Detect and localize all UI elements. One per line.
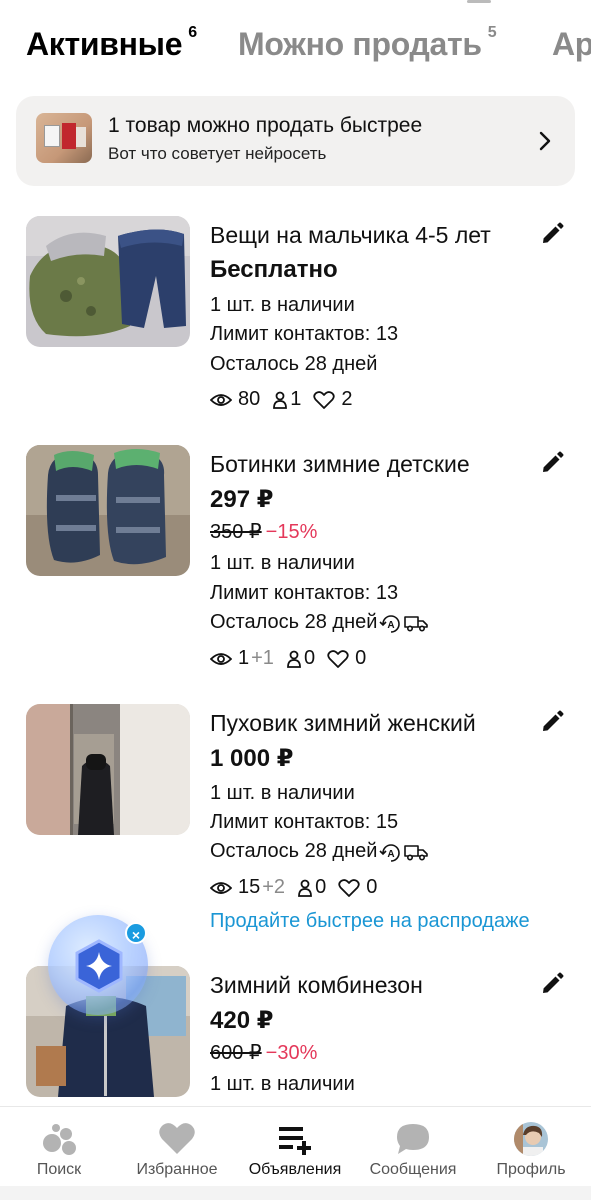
listing-stats: 1 +1 0 0 (210, 647, 378, 670)
tab-archive[interactable]: Ар (552, 26, 591, 63)
ai-advice-banner[interactable]: 1 товар можно продать быстрее Вот что со… (16, 96, 575, 186)
listing-title[interactable]: Вещи на мальчика 4-5 лет (210, 222, 491, 249)
edit-pencil-icon[interactable] (540, 222, 564, 246)
person-icon (273, 391, 288, 409)
auto-renew-icon: A (379, 614, 401, 633)
listing-photo[interactable] (26, 216, 190, 347)
heart-outline-icon (327, 649, 349, 668)
banner-product-thumbnail (36, 113, 92, 163)
listing-stock: 1 шт. в наличии (210, 1073, 355, 1095)
tab-active-label: Активные (26, 26, 183, 62)
listing-price: 297 ₽ (210, 486, 274, 513)
views-increment: +2 (262, 876, 286, 898)
svg-text:A: A (388, 849, 395, 860)
views-count: 1 (238, 647, 250, 669)
listing-days-remaining: Осталось 28 дней (210, 840, 378, 862)
listing-old-price: 600 ₽ (210, 1042, 262, 1064)
nav-label: Объявления (248, 1161, 342, 1178)
heart-outline-icon (313, 390, 336, 409)
edit-pencil-icon[interactable] (540, 972, 564, 996)
views-count: 80 (238, 388, 261, 410)
chat-bubble-icon (397, 1124, 429, 1154)
banner-subtitle: Вот что советует нейросеть (108, 144, 327, 163)
tab-active-count: 6 (188, 24, 197, 41)
listing-stats: 15 +2 0 0 (210, 876, 389, 899)
auto-renew-icon: A (379, 843, 401, 862)
listing-price: 1 000 ₽ (210, 745, 294, 772)
listing-tabs: Активные 6 Можно продать 5 Ар (0, 18, 591, 94)
listings-add-icon (279, 1127, 311, 1155)
listing-price: 420 ₽ (210, 1007, 274, 1034)
chevron-right-icon (539, 131, 551, 151)
listing-stock: 1 шт. в наличии (210, 552, 355, 574)
listing-stock: 1 шт. в наличии (210, 782, 355, 804)
banner-title: 1 товар можно продать быстрее (108, 114, 423, 137)
favorites-count: 2 (341, 388, 353, 410)
delivery-truck-icon (404, 844, 429, 861)
listing-old-price-row: 600 ₽ −30% (210, 1040, 317, 1065)
status-bar (0, 0, 591, 10)
eye-icon (210, 881, 232, 894)
listing-contact-limit: Лимит контактов: 13 (210, 323, 399, 345)
eye-icon (210, 652, 232, 665)
views-count: 15 (238, 876, 261, 898)
contacts-count: 0 (315, 876, 327, 898)
contacts-count: 0 (303, 647, 316, 669)
svg-text:A: A (388, 620, 395, 631)
listing-stats: 80 1 2 (210, 388, 365, 411)
assistant-close-button[interactable]: × (125, 922, 147, 944)
favorites-count: 0 (355, 647, 367, 669)
listing-days-remaining-row: Осталось 28 дней A (210, 611, 429, 634)
status-indicator (467, 0, 491, 3)
listing-price: Бесплатно (210, 256, 338, 283)
favorites-count: 0 (366, 876, 378, 898)
listing-contact-limit: Лимит контактов: 15 (210, 811, 399, 833)
listing-discount: −30% (265, 1042, 318, 1064)
sparkle-hexagon-icon (75, 939, 123, 993)
heart-outline-icon (338, 878, 360, 897)
sale-promo-link[interactable]: Продайте быстрее на распродаже (210, 910, 530, 933)
person-icon (287, 650, 301, 668)
listing-days-remaining: Осталось 28 дней (210, 611, 378, 633)
tab-archive-label: Ар (552, 26, 591, 62)
tab-can-sell-count: 5 (487, 24, 497, 41)
listing-title[interactable]: Зимний комбинезон (210, 972, 423, 999)
avatar (514, 1122, 548, 1156)
listing-stock: 1 шт. в наличии (210, 294, 355, 316)
nav-label: Профиль (496, 1161, 566, 1178)
listing-title[interactable]: Ботинки зимние детские (210, 451, 470, 478)
listing-days-remaining: Осталось 28 дней (210, 353, 378, 375)
tab-can-sell[interactable]: Можно продать 5 (238, 24, 497, 63)
nav-label: Избранное (136, 1161, 218, 1178)
delivery-truck-icon (404, 615, 429, 632)
listing-contact-limit: Лимит контактов: 13 (210, 582, 399, 604)
nav-label: Поиск (36, 1161, 82, 1178)
listing-days-remaining-row: Осталось 28 дней A (210, 840, 429, 863)
tab-can-sell-label: Можно продать (238, 26, 482, 62)
listing-old-price-row: 350 ₽ −15% (210, 519, 317, 544)
listing-photo[interactable] (26, 445, 190, 576)
eye-icon (210, 393, 232, 406)
system-nav-strip (0, 1186, 591, 1200)
contacts-count: 1 (290, 388, 302, 410)
listing-old-price: 350 ₽ (210, 521, 262, 543)
heart-icon (159, 1123, 195, 1154)
edit-pencil-icon[interactable] (540, 451, 564, 475)
listing-title[interactable]: Пуховик зимний женский (210, 710, 476, 737)
person-icon (298, 879, 312, 897)
views-increment: +1 (251, 647, 274, 669)
search-dots-icon (43, 1124, 76, 1155)
nav-label: Сообщения (369, 1161, 457, 1178)
listing-discount: −15% (265, 521, 318, 543)
listing-photo[interactable] (26, 704, 190, 835)
tab-active[interactable]: Активные 6 (26, 24, 197, 63)
edit-pencil-icon[interactable] (540, 710, 564, 734)
